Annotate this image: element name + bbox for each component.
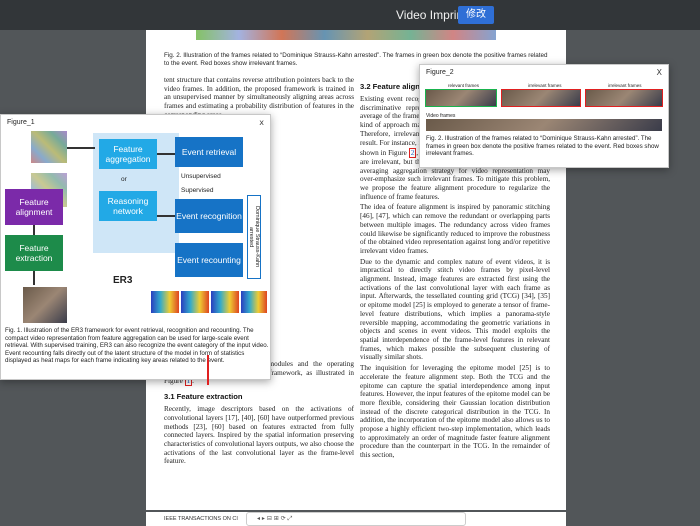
- reasoning-network-box: Reasoning network: [99, 191, 157, 221]
- section-3-1-heading: 3.1 Feature extraction: [164, 392, 243, 402]
- right-col-b-text: shown in Figure: [360, 149, 407, 158]
- right-col-e-text: Due to the dynamic and complex nature of…: [360, 257, 550, 362]
- heatmap-image: [241, 291, 267, 313]
- pointer-arrow: [207, 355, 209, 385]
- heatmap-image: [211, 291, 239, 313]
- feature-extraction-box: Feature extraction: [5, 235, 63, 271]
- close-icon[interactable]: X: [657, 68, 662, 77]
- feature-map-image: [31, 131, 67, 163]
- arrow-icon: [157, 153, 175, 155]
- event-recognition-box: Event recognition: [175, 199, 243, 233]
- figure-1-title: Figure_1: [7, 119, 35, 126]
- edit-button[interactable]: 修改: [458, 6, 494, 24]
- or-label: or: [121, 176, 127, 183]
- arrow-icon: [33, 225, 35, 235]
- close-icon[interactable]: x: [259, 118, 264, 127]
- arrow-icon: [33, 271, 35, 285]
- irrelevant-frames-label: irrelevant frames: [528, 83, 562, 88]
- arrow-icon: [67, 147, 95, 149]
- irrelevant-red-box: [501, 89, 581, 107]
- zoom-icon[interactable]: ◂ ▸ ⊟ ⊞ ⟳ ⤢: [257, 515, 292, 522]
- irrelevant-red-box: [585, 89, 663, 107]
- top-toolbar: Video Imprint 修改: [0, 0, 700, 30]
- event-recounting-box: Event recounting: [175, 243, 243, 277]
- figure-2-title: Figure_2: [426, 69, 454, 76]
- irrelevant-frames-label: irrelevant frames: [608, 83, 642, 88]
- relevant-green-box: [425, 89, 497, 107]
- event-label: Dominique Strauss-Kahn arrested: [247, 195, 261, 279]
- relevant-frames-label: relevant frames: [448, 83, 480, 88]
- right-col-d-text: The idea of feature alignment is inspire…: [360, 203, 550, 255]
- left-col-top-text: tent structure that contains reverse att…: [164, 76, 354, 119]
- unsupervised-label: Unsupervised: [181, 173, 221, 180]
- er3-label: ER3: [113, 275, 133, 286]
- figure-2-caption: Fig. 2. Illustration of the frames relat…: [426, 135, 659, 157]
- arrow-icon: [157, 215, 175, 217]
- figure-2-window[interactable]: Figure_2 X relevant frames irrelevant fr…: [419, 64, 669, 168]
- pdf-nav-toolbar[interactable]: ◂ ▸ ⊟ ⊞ ⟳ ⤢: [246, 512, 466, 526]
- figure-1-caption: Fig. 1. Illustration of the ER3 framewor…: [5, 327, 269, 364]
- figure-1-window[interactable]: Figure_1 x Feature aggregation or Reason…: [0, 114, 271, 380]
- feature-alignment-box: Feature alignment: [5, 189, 63, 225]
- figure-strip-image: [196, 30, 496, 40]
- event-retrieval-box: Event retrieval: [175, 137, 243, 167]
- heatmap-image: [181, 291, 209, 313]
- supervised-label: Supervised: [181, 187, 214, 194]
- right-col-f-text: The inquisition for leveraging the epito…: [360, 364, 550, 460]
- video-frames-image: [23, 287, 67, 323]
- heatmap-image: [151, 291, 179, 313]
- feature-aggregation-box: Feature aggregation: [99, 139, 157, 169]
- app-title: Video Imprint: [396, 8, 467, 22]
- left-col-bottom-text: Recently, image descriptors based on the…: [164, 405, 354, 466]
- page-footer: IEEE TRANSACTIONS ON CI: [164, 516, 238, 522]
- video-frames-strip: [426, 119, 662, 131]
